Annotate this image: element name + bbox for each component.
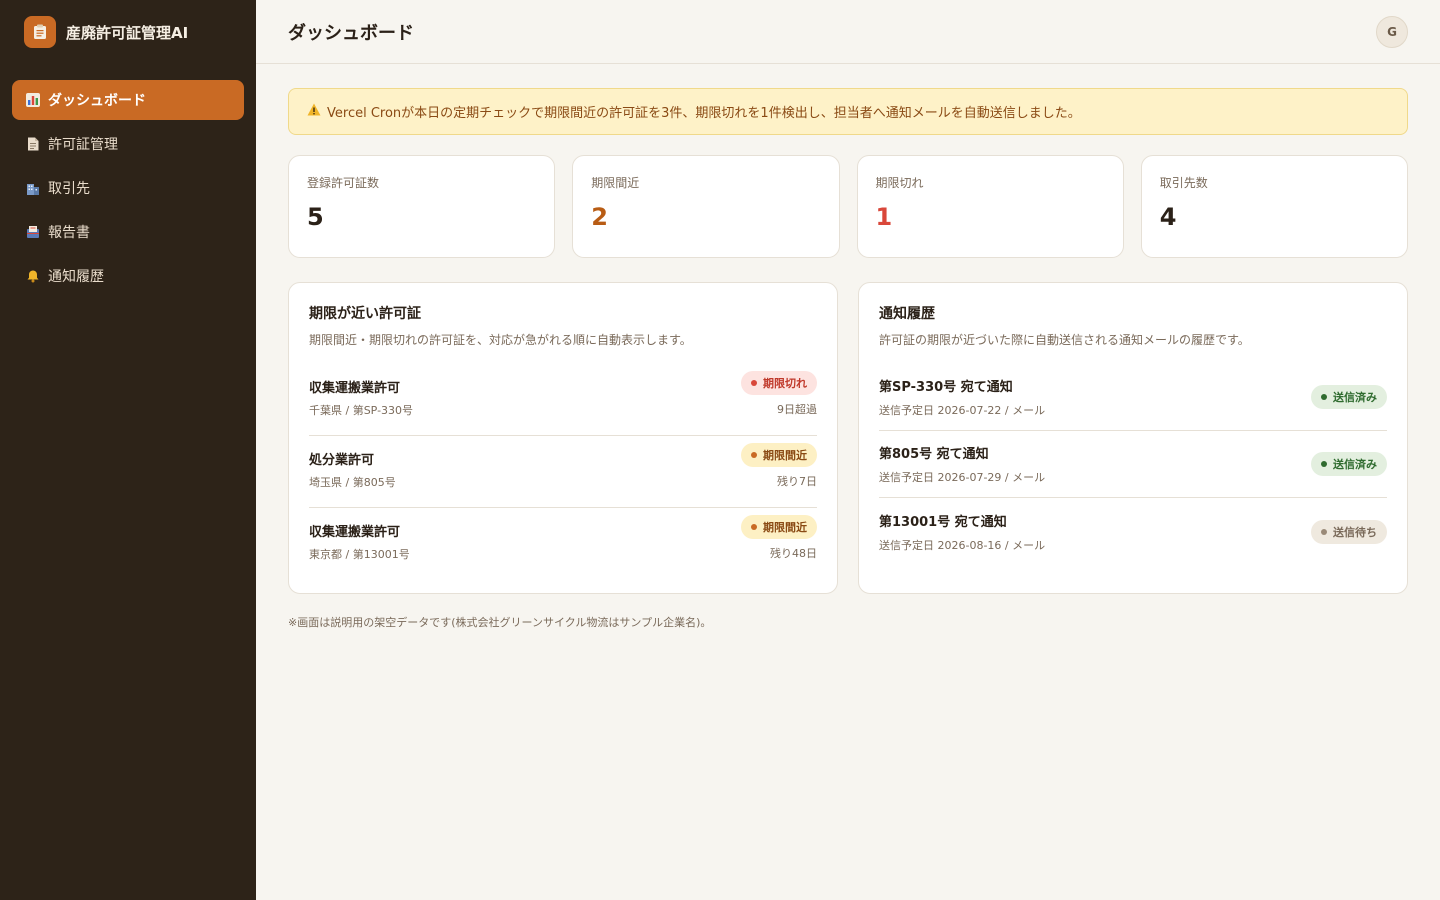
dot-icon xyxy=(1321,461,1327,467)
sidebar: 産廃許可証管理AI ダッシュボード 許可証管理 取引先 報告書 通知履歴 xyxy=(0,0,256,900)
badge-label: 送信済み xyxy=(1333,391,1377,404)
stat-card-near-expiry: 期限間近 2 xyxy=(572,155,840,258)
clipboard-icon xyxy=(24,16,56,48)
panels-row: 期限が近い許可証 期限間近・期限切れの許可証を、対応が急がれる順に自動表示します… xyxy=(288,282,1408,594)
sidebar-item-label: ダッシュボード xyxy=(48,93,146,109)
permit-sub: 埼玉県 / 第805号 xyxy=(309,476,396,489)
status-badge: 期限間近 xyxy=(741,443,817,467)
alert-text: Vercel Cronが本日の定期チェックで期限間近の許可証を3件、期限切れを1… xyxy=(327,106,1081,121)
status-badge: 送信済み xyxy=(1311,452,1387,476)
sidebar-nav: ダッシュボード 許可証管理 取引先 報告書 通知履歴 xyxy=(12,80,244,296)
sidebar-item-label: 報告書 xyxy=(48,225,90,241)
main-area: ダッシュボード G Vercel Cronが本日の定期チェックで期限間近の許可証… xyxy=(256,0,1440,900)
chart-icon xyxy=(26,93,40,107)
notice-sub: 送信予定日 2026-07-22 / メール xyxy=(879,404,1046,417)
stat-value: 2 xyxy=(591,203,608,231)
sidebar-item-label: 許可証管理 xyxy=(48,137,118,153)
stat-card-registered: 登録許可証数 5 xyxy=(288,155,556,258)
badge-label: 期限切れ xyxy=(763,377,807,390)
dot-icon xyxy=(751,524,757,530)
notice-title: 第805号 宛て通知 xyxy=(879,447,989,462)
list-item[interactable]: 第13001号 宛て通知 送信予定日 2026-08-16 / メール 送信待ち xyxy=(879,498,1387,565)
stat-value: 1 xyxy=(875,203,893,231)
notice-list: 第SP-330号 宛て通知 送信予定日 2026-07-22 / メール 送信済… xyxy=(879,364,1387,565)
stat-label: 登録許可証数 xyxy=(307,176,380,190)
stat-card-expired: 期限切れ 1 xyxy=(856,155,1124,258)
warning-icon xyxy=(307,103,321,120)
stat-card-clients: 取引先数 4 xyxy=(1140,155,1408,258)
badge-label: 期限間近 xyxy=(763,449,807,462)
sidebar-item-dashboard[interactable]: ダッシュボード xyxy=(12,80,244,120)
badge-label: 期限間近 xyxy=(763,521,807,534)
document-icon xyxy=(26,137,40,151)
notifications-panel: 通知履歴 許可証の期限が近づいた際に自動送信される通知メールの履歴です。 第SP… xyxy=(858,282,1408,594)
cron-alert: Vercel Cronが本日の定期チェックで期限間近の許可証を3件、期限切れを1… xyxy=(288,88,1408,135)
list-item[interactable]: 収集運搬業許可 千葉県 / 第SP-330号 期限切れ 9日超過 xyxy=(309,364,817,436)
avatar[interactable]: G xyxy=(1376,15,1408,48)
stats-row: 登録許可証数 5 期限間近 2 期限切れ 1 取引先数 4 xyxy=(288,155,1408,258)
stat-value: 4 xyxy=(1159,203,1177,231)
notice-sub: 送信予定日 2026-07-29 / メール xyxy=(879,471,1046,484)
status-badge: 期限間近 xyxy=(741,515,817,539)
page-title: ダッシュボード xyxy=(288,22,414,44)
sidebar-item-label: 通知履歴 xyxy=(48,269,104,285)
dot-icon xyxy=(1321,394,1327,400)
brand[interactable]: 産廃許可証管理AI xyxy=(12,16,244,48)
footnote: ※画面は説明用の架空データです(株式会社グリーンサイクル物流はサンプル企業名)。 xyxy=(288,616,712,629)
notice-title: 第SP-330号 宛て通知 xyxy=(879,380,1013,395)
stat-value: 5 xyxy=(307,203,324,231)
list-item[interactable]: 第SP-330号 宛て通知 送信予定日 2026-07-22 / メール 送信済… xyxy=(879,364,1387,431)
dot-icon xyxy=(751,380,757,386)
sidebar-item-label: 取引先 xyxy=(48,181,90,197)
dashboard-content: Vercel Cronが本日の定期チェックで期限間近の許可証を3件、期限切れを1… xyxy=(256,64,1440,654)
list-item[interactable]: 処分業許可 埼玉県 / 第805号 期限間近 残り7日 xyxy=(309,436,817,508)
dot-icon xyxy=(751,452,757,458)
panel-description: 期限間近・期限切れの許可証を、対応が急がれる順に自動表示します。 xyxy=(309,333,692,347)
days-note: 残り48日 xyxy=(770,547,817,560)
badge-label: 送信済み xyxy=(1333,458,1377,471)
stat-label: 期限切れ xyxy=(875,176,924,190)
list-item[interactable]: 収集運搬業許可 東京都 / 第13001号 期限間近 残り48日 xyxy=(309,508,817,580)
stat-label: 期限間近 xyxy=(591,176,640,190)
stat-label: 取引先数 xyxy=(1159,176,1208,190)
permit-list: 収集運搬業許可 千葉県 / 第SP-330号 期限切れ 9日超過 処分業許可 埼… xyxy=(309,364,817,580)
sidebar-item-reports[interactable]: 報告書 xyxy=(12,212,244,252)
status-badge: 送信済み xyxy=(1311,385,1387,409)
dot-icon xyxy=(1321,528,1327,535)
sidebar-item-notifications[interactable]: 通知履歴 xyxy=(12,256,244,296)
permit-sub: 東京都 / 第13001号 xyxy=(309,548,410,561)
permits-panel: 期限が近い許可証 期限間近・期限切れの許可証を、対応が急がれる順に自動表示します… xyxy=(288,282,838,594)
report-icon xyxy=(26,225,40,239)
sidebar-item-permits[interactable]: 許可証管理 xyxy=(12,124,244,164)
panel-title: 通知履歴 xyxy=(879,306,935,322)
permit-title: 収集運搬業許可 xyxy=(309,525,401,540)
permit-sub: 千葉県 / 第SP-330号 xyxy=(309,404,414,417)
notice-sub: 送信予定日 2026-08-16 / メール xyxy=(879,538,1046,552)
days-note: 残り7日 xyxy=(777,475,817,488)
status-badge: 期限切れ xyxy=(741,371,817,395)
topbar: ダッシュボード G xyxy=(256,0,1440,64)
permit-title: 処分業許可 xyxy=(309,453,375,468)
panel-description: 許可証の期限が近づいた際に自動送信される通知メールの履歴です。 xyxy=(879,333,1250,347)
status-badge: 送信待ち xyxy=(1311,519,1387,544)
building-icon xyxy=(26,181,40,195)
list-item[interactable]: 第805号 宛て通知 送信予定日 2026-07-29 / メール 送信済み xyxy=(879,431,1387,498)
permit-title: 収集運搬業許可 xyxy=(309,381,401,396)
notice-title: 第13001号 宛て通知 xyxy=(879,514,1007,530)
app-name: 産廃許可証管理AI xyxy=(66,23,189,42)
days-note: 9日超過 xyxy=(777,403,817,416)
badge-label: 送信待ち xyxy=(1333,525,1377,539)
panel-title: 期限が近い許可証 xyxy=(309,306,421,322)
bell-icon xyxy=(26,269,40,283)
sidebar-item-clients[interactable]: 取引先 xyxy=(12,168,244,208)
